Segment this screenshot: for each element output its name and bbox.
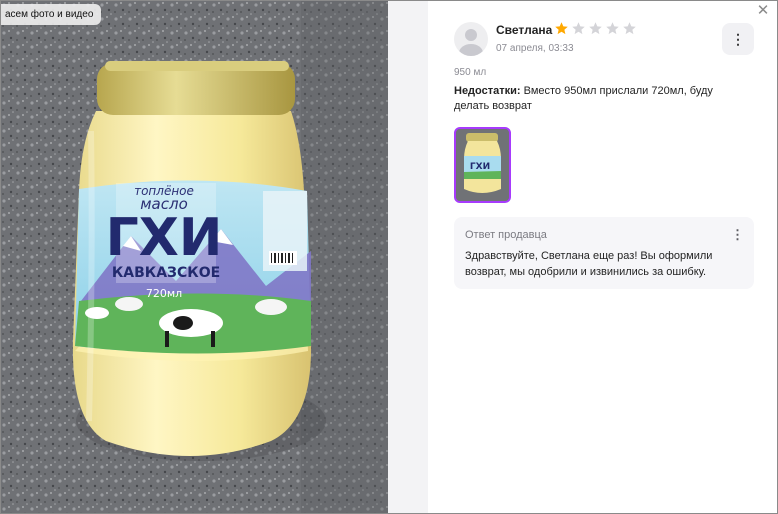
star-empty-icon [606,22,619,35]
rating-stars [554,21,637,36]
kebab-icon[interactable]: ⋮ [731,227,744,243]
review-cons: Недостатки: Вместо 950мл прислали 720мл,… [454,84,739,114]
review-author: Светлана [496,23,553,37]
star-empty-icon [589,22,602,35]
star-empty-icon [623,22,636,35]
photo-panel-gap [388,1,428,513]
all-media-button[interactable]: асем фото и видео [1,4,102,25]
review-panel: ✕ Светлана 07 апреля, 03:33 ⋮ 950 мл Нед… [428,1,777,513]
review-date: 07 апреля, 03:33 [496,43,574,54]
avatar [454,22,488,56]
seller-reply-title: Ответ продавца [465,229,547,241]
main-photo[interactable]: топлёное масло ГХИ КАВКАЗСКОЕ 720мл асем… [1,1,388,513]
review-photo-thumbnail[interactable]: ГХИ [454,127,511,203]
star-filled-icon [555,22,568,35]
kebab-icon: ⋮ [731,30,745,47]
jar-volume-text: 720мл [146,287,182,300]
review-media-modal: топлёное масло ГХИ КАВКАЗСКОЕ 720мл асем… [0,0,778,514]
jar-brand-text: ГХИ [106,208,223,268]
ghee-jar-photo: топлёное масло ГХИ КАВКАЗСКОЕ 720мл [1,1,388,513]
seller-reply: Ответ продавца ⋮ Здравствуйте, Светлана … [454,217,754,289]
product-variant: 950 мл [454,67,487,78]
star-empty-icon [572,22,585,35]
review-more-button[interactable]: ⋮ [722,23,754,55]
thumb-brand-text: ГХИ [470,162,490,172]
cons-label: Недостатки: [454,85,521,97]
seller-reply-text: Здравствуйте, Светлана еще раз! Вы оформ… [465,250,713,278]
thumbnail-image: ГХИ [456,129,509,201]
close-icon[interactable]: ✕ [755,3,771,19]
jar-label-line3: КАВКАЗСКОЕ [112,265,220,281]
user-placeholder-icon [459,29,483,56]
